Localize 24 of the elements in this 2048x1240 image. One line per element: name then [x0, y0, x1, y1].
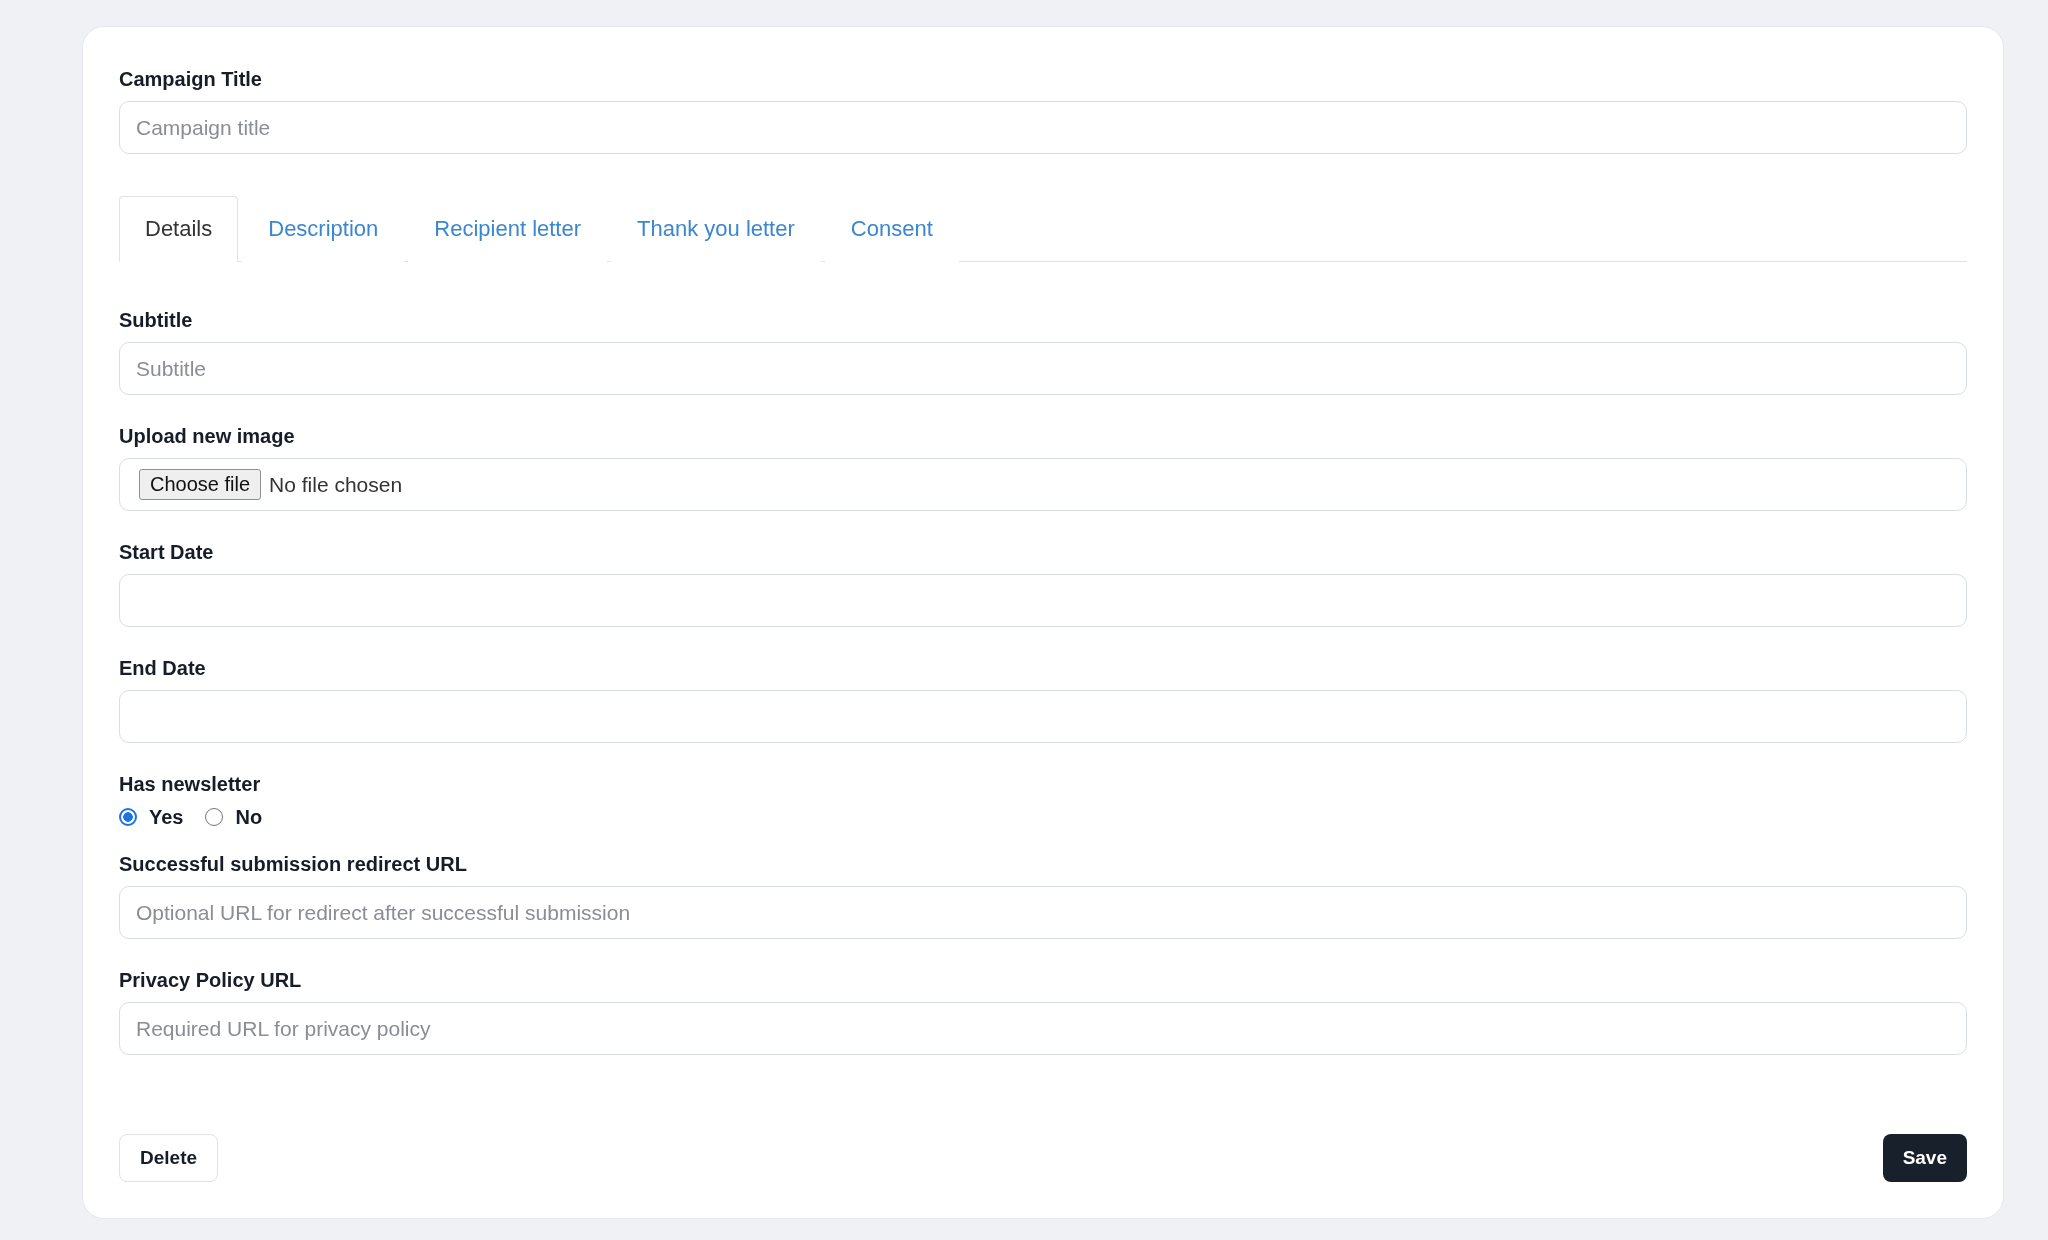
- radio-label[interactable]: Yes: [149, 805, 184, 829]
- text-input[interactable]: Optional URL for redirect after successful submission: [119, 886, 1967, 939]
- choose-file-button[interactable]: Choose file: [139, 469, 262, 500]
- field-label: Subtitle: [119, 308, 193, 332]
- field-label: Has newsletter: [119, 772, 261, 796]
- text-input[interactable]: Required URL for privacy policy: [119, 1002, 1967, 1055]
- text-input[interactable]: Subtitle: [119, 342, 1967, 395]
- field-label: Start Date: [119, 540, 214, 564]
- campaign-title-input[interactable]: Campaign title: [119, 101, 1967, 154]
- field-label: Privacy Policy URL: [119, 968, 302, 992]
- field-label: Campaign Title: [119, 67, 262, 91]
- date-input[interactable]: [119, 690, 1967, 743]
- radio-label[interactable]: No: [235, 805, 263, 829]
- file-input[interactable]: Choose file No file chosen: [119, 458, 1967, 511]
- field-label: Successful submission redirect URL: [119, 852, 467, 876]
- delete-button[interactable]: Delete: [119, 1134, 219, 1182]
- file-status: No file chosen: [269, 472, 403, 497]
- radio-button[interactable]: [205, 808, 224, 826]
- tab[interactable]: Details: [119, 196, 239, 262]
- date-input[interactable]: [119, 574, 1967, 627]
- field-label: End Date: [119, 656, 206, 680]
- radio-button[interactable]: [119, 808, 137, 826]
- field-label: Upload new image: [119, 424, 295, 448]
- save-button[interactable]: Save: [1882, 1134, 1967, 1182]
